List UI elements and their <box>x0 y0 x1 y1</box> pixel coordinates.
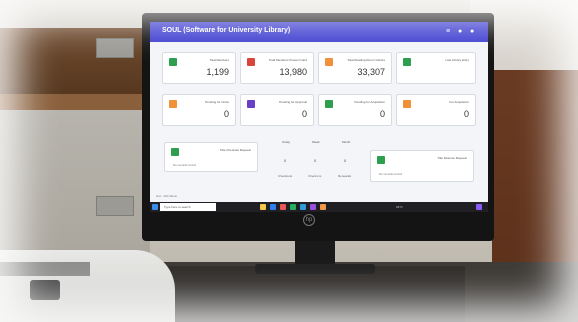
taskbar-search[interactable]: Type here to search <box>160 203 216 211</box>
card-label: Last Library Entry <box>445 58 469 62</box>
stat-card-pending-acquisition[interactable]: Pending for Acquisition 0 <box>318 94 392 126</box>
stat-card-present[interactable]: Total Members Present Card 13,980 <box>240 52 314 84</box>
stat-card-visitors[interactable]: Total Reading Room Visitors 33,307 <box>318 52 392 84</box>
card-label: Total Members Present Card <box>268 58 307 62</box>
entry-icon <box>403 58 411 66</box>
edge-icon[interactable] <box>270 204 276 210</box>
printer-slot <box>0 262 90 276</box>
checkout-icon <box>171 148 179 156</box>
visitors-icon <box>325 58 333 66</box>
status-text: Get - Sub Menu <box>156 194 178 198</box>
card-label: Title Reserve Request <box>437 156 467 160</box>
checkins-label: Check-ins <box>308 174 322 178</box>
stat-card-total-members[interactable]: Total Members 1,199 <box>162 52 236 84</box>
search-placeholder: Type here to search <box>164 205 191 209</box>
card-value: 0 <box>301 109 307 119</box>
shelf-board <box>0 94 160 110</box>
card-value: 0 <box>463 109 469 119</box>
chrome-icon[interactable] <box>280 204 286 210</box>
pending-icon <box>169 100 177 108</box>
renewals-label: Renewals <box>338 174 352 178</box>
excel-icon[interactable] <box>290 204 296 210</box>
stat-card-last-entry[interactable]: Last Library Entry <box>396 52 476 84</box>
notification-icon[interactable]: ● <box>458 28 465 35</box>
acquisition-icon <box>325 100 333 108</box>
card-label: Pending for Approval <box>279 100 307 104</box>
card-value: 13,980 <box>279 67 307 77</box>
windows-start-icon[interactable] <box>152 204 158 210</box>
monitor-stand-base <box>255 264 375 274</box>
stat-card-pending-circle[interactable]: Pending for Circle 0 <box>162 94 236 126</box>
card-label: For Acquisition <box>449 100 469 104</box>
hp-logo-icon: hp <box>303 214 315 226</box>
app-icon[interactable] <box>310 204 316 210</box>
notification-center-icon[interactable] <box>476 204 482 210</box>
week-header: Week <box>312 140 320 144</box>
file-explorer-icon[interactable] <box>260 204 266 210</box>
month-header: Month <box>342 140 351 144</box>
app-icon[interactable] <box>320 204 326 210</box>
app-header-bar: SOUL (Software for University Library) ≡… <box>150 22 488 42</box>
month-value: 0 <box>344 158 347 163</box>
stat-card-pending-approval[interactable]: Pending for Approval 0 <box>240 94 314 126</box>
reserve-icon <box>377 156 385 164</box>
checkout-request-card[interactable]: Title Checkout Request No records found <box>164 142 258 172</box>
metal-cabinet <box>0 110 150 270</box>
stat-card-for-acquisition[interactable]: For Acquisition 0 <box>396 94 476 126</box>
week-value: 0 <box>314 158 317 163</box>
acquisition-alt-icon <box>403 100 411 108</box>
computer-case <box>165 266 465 322</box>
card-label: Pending for Circle <box>205 100 229 104</box>
card-label: Total Reading Room Visitors <box>347 58 385 62</box>
approval-icon <box>247 100 255 108</box>
card-sub-text: No records found <box>173 163 197 167</box>
word-icon[interactable] <box>300 204 306 210</box>
card-label: Title Checkout Request <box>219 148 251 152</box>
card-label: Total Members <box>209 58 229 62</box>
today-header: Today <box>282 140 291 144</box>
card-value: 0 <box>223 109 229 119</box>
hinge-bottom <box>96 196 134 216</box>
taskbar: Type here to search 31°C <box>150 202 488 212</box>
members-icon <box>169 58 177 66</box>
card-label: Pending for Acquisition <box>354 100 385 104</box>
app-title: SOUL (Software for University Library) <box>162 27 291 34</box>
card-sub-text: No records found <box>379 172 403 176</box>
today-value: 0 <box>284 158 287 163</box>
system-tray-temperature: 31°C <box>396 205 403 209</box>
reserve-request-card[interactable]: Title Reserve Request No records found <box>370 150 474 182</box>
checkouts-label: Checkouts <box>278 174 293 178</box>
card-value: 0 <box>379 109 385 119</box>
card-value: 33,307 <box>357 67 385 77</box>
card-value: 1,199 <box>206 67 229 77</box>
printer-button <box>30 280 60 300</box>
hinge-top <box>96 38 134 58</box>
monitor-screen: SOUL (Software for University Library) ≡… <box>150 22 488 212</box>
printer <box>0 250 175 322</box>
user-icon[interactable]: ● <box>470 28 477 35</box>
wooden-shelf <box>0 28 160 94</box>
menu-icon[interactable]: ≡ <box>446 28 453 35</box>
present-card-icon <box>247 58 255 66</box>
